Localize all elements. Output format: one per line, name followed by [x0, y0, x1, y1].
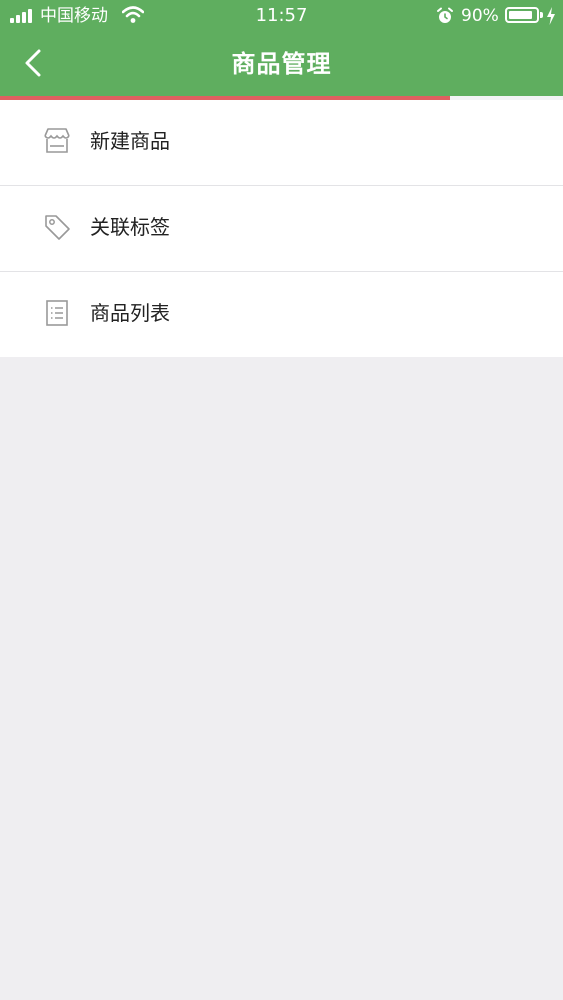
- charging-icon: [547, 7, 555, 25]
- battery-percent: 90%: [461, 6, 499, 26]
- menu-item-label: 商品列表: [90, 301, 170, 325]
- menu-item-link-tags[interactable]: 关联标签: [0, 186, 563, 272]
- menu-item-label: 关联标签: [90, 215, 170, 239]
- alarm-icon: [437, 7, 453, 23]
- battery-cap: [540, 12, 543, 18]
- app-header: 中国移动 11:57 90% 商品管理: [0, 0, 563, 96]
- tag-icon: [45, 215, 70, 240]
- list-icon: [46, 300, 68, 326]
- store-icon: [44, 128, 70, 153]
- page-title: 商品管理: [231, 50, 332, 78]
- battery-level-fill: [509, 11, 532, 19]
- menu-item-product-list[interactable]: 商品列表: [0, 272, 563, 357]
- menu-item-new-product[interactable]: 新建商品: [0, 100, 563, 186]
- status-bar: 中国移动 11:57 90%: [0, 0, 563, 32]
- menu-list: 新建商品 关联标签 商品列表: [0, 100, 563, 357]
- menu-item-label: 新建商品: [90, 129, 170, 153]
- battery-icon: [505, 7, 539, 23]
